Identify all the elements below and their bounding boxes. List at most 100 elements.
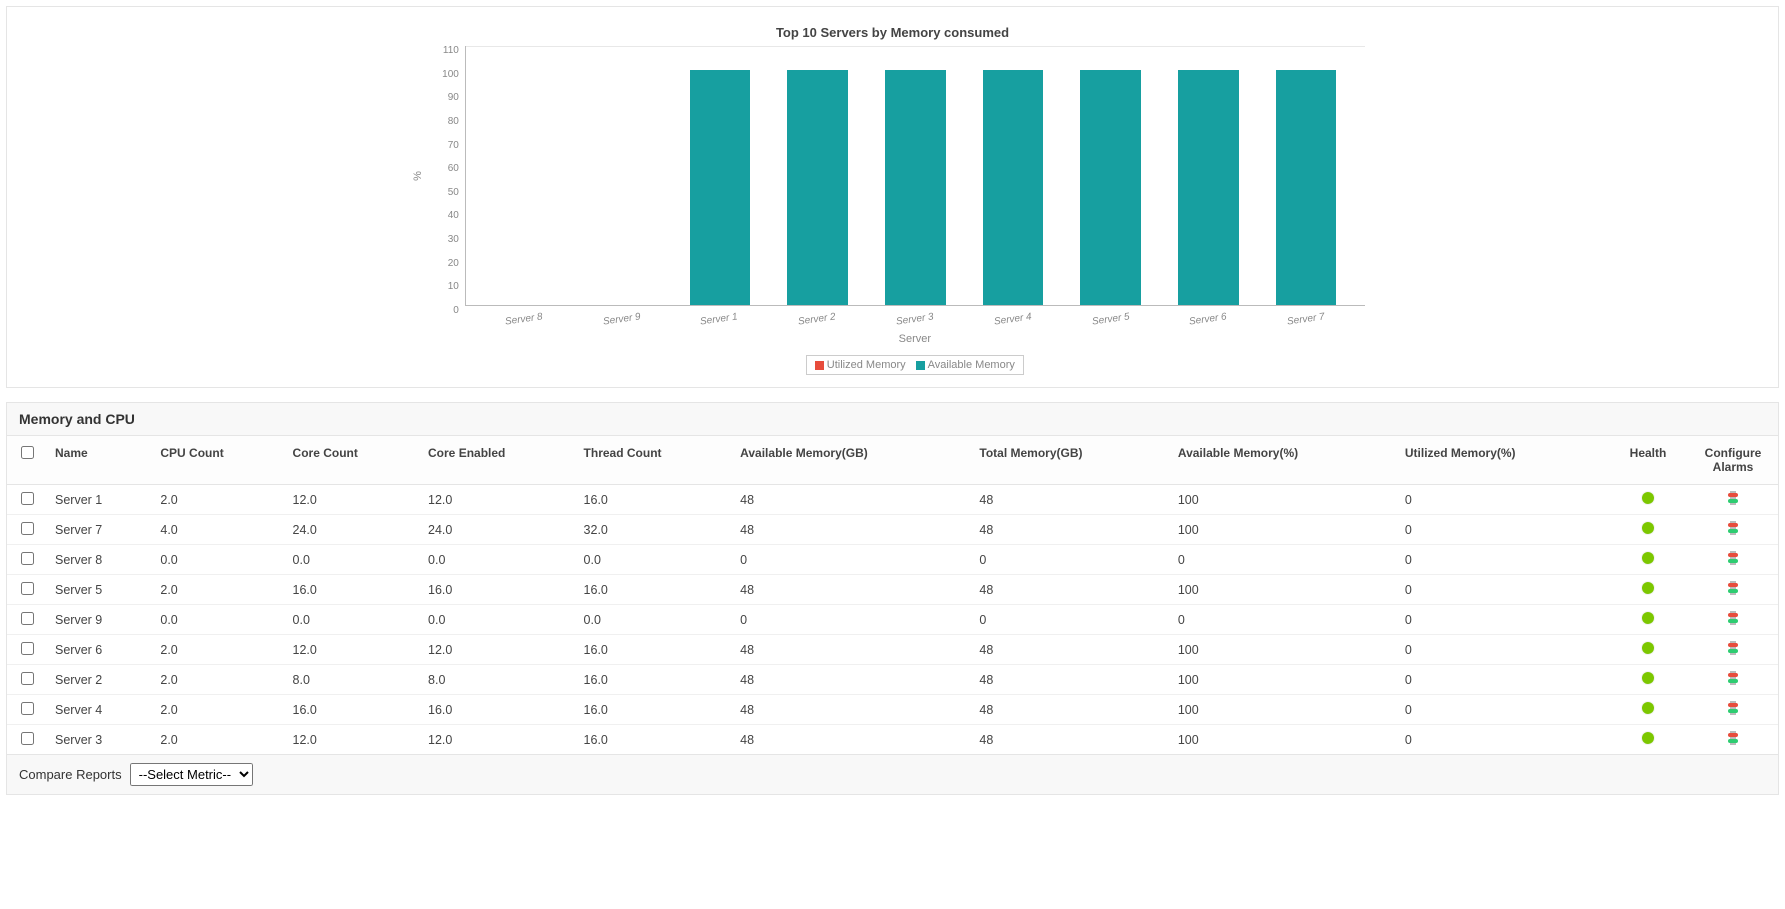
row-name-cell[interactable]: Server 3 [47, 725, 152, 755]
chart-bar[interactable] [1276, 70, 1337, 305]
chart-bar[interactable] [1080, 70, 1141, 305]
table-column-header[interactable] [7, 436, 47, 485]
table-cell: 0 [1397, 695, 1608, 725]
select-all-checkbox[interactable] [21, 446, 34, 459]
table-column-header[interactable]: Total Memory(GB) [971, 436, 1169, 485]
row-select-checkbox[interactable] [21, 672, 34, 685]
table-cell: 0.0 [420, 605, 576, 635]
row-name-cell[interactable]: Server 8 [47, 545, 152, 575]
table-cell: 0 [1397, 635, 1608, 665]
row-name-cell[interactable]: Server 7 [47, 515, 152, 545]
chart-bar[interactable] [690, 70, 751, 305]
chart-x-axis: Server 8Server 9Server 1Server 2Server 3… [475, 314, 1355, 325]
table-row: Server 22.08.08.016.048481000 [7, 665, 1778, 695]
table-column-header[interactable]: Core Count [285, 436, 420, 485]
table-column-header[interactable]: Name [47, 436, 152, 485]
configure-alarms-icon[interactable] [1726, 641, 1740, 655]
configure-alarms-icon[interactable] [1726, 731, 1740, 745]
table-column-header[interactable]: Health [1608, 436, 1688, 485]
table-cell: 48 [732, 725, 971, 755]
compare-reports-label: Compare Reports [19, 767, 122, 782]
row-select-checkbox[interactable] [21, 582, 34, 595]
table-column-header[interactable]: Core Enabled [420, 436, 576, 485]
table-cell: 0 [971, 545, 1169, 575]
table-cell: 16.0 [420, 695, 576, 725]
row-select-checkbox[interactable] [21, 522, 34, 535]
configure-alarms-icon[interactable] [1726, 521, 1740, 535]
health-status-icon [1642, 672, 1654, 684]
chart-category-slot [574, 46, 672, 305]
table-column-header[interactable]: Configure Alarms [1688, 436, 1778, 485]
health-status-icon [1642, 552, 1654, 564]
table-cell: 2.0 [152, 635, 284, 665]
table-cell: 16.0 [576, 485, 733, 515]
table-cell: 0 [732, 545, 971, 575]
table-cell: 0.0 [576, 605, 733, 635]
table-column-header[interactable]: Available Memory(GB) [732, 436, 971, 485]
chart-y-axis: 1101009080706050403020100 [442, 46, 465, 306]
table-cell: 0 [1397, 725, 1608, 755]
row-select-checkbox[interactable] [21, 732, 34, 745]
metric-select[interactable]: --Select Metric-- [130, 763, 253, 786]
table-cell: 100 [1170, 635, 1397, 665]
row-select-checkbox[interactable] [21, 492, 34, 505]
table-cell: 0.0 [420, 545, 576, 575]
configure-alarms-icon[interactable] [1726, 551, 1740, 565]
health-status-icon [1642, 612, 1654, 624]
row-name-cell[interactable]: Server 6 [47, 635, 152, 665]
row-select-checkbox[interactable] [21, 552, 34, 565]
table-cell: 2.0 [152, 695, 284, 725]
row-name-cell[interactable]: Server 5 [47, 575, 152, 605]
chart-x-tick: Server 3 [866, 307, 964, 332]
row-select-checkbox[interactable] [21, 702, 34, 715]
table-cell: 48 [732, 695, 971, 725]
row-name-cell[interactable]: Server 9 [47, 605, 152, 635]
table-cell: 24.0 [420, 515, 576, 545]
row-select-checkbox[interactable] [21, 642, 34, 655]
table-cell: 48 [732, 665, 971, 695]
table-cell: 12.0 [420, 485, 576, 515]
table-cell: 16.0 [576, 635, 733, 665]
row-name-cell[interactable]: Server 1 [47, 485, 152, 515]
table-cell: 0 [1170, 605, 1397, 635]
table-cell: 0.0 [152, 605, 284, 635]
table-column-header[interactable]: Thread Count [576, 436, 733, 485]
table-cell: 8.0 [285, 665, 420, 695]
table-row: Server 74.024.024.032.048481000 [7, 515, 1778, 545]
chart-y-label: % [412, 171, 424, 181]
available-memory-swatch-icon [916, 361, 925, 370]
row-name-cell[interactable]: Server 4 [47, 695, 152, 725]
chart-bar[interactable] [983, 70, 1044, 305]
configure-alarms-icon[interactable] [1726, 491, 1740, 505]
table-cell: 2.0 [152, 725, 284, 755]
table-cell: 0 [1170, 545, 1397, 575]
legend-item-utilized[interactable]: Utilized Memory [815, 359, 906, 371]
table-cell: 100 [1170, 575, 1397, 605]
table-row: Server 42.016.016.016.048481000 [7, 695, 1778, 725]
table-cell: 12.0 [285, 725, 420, 755]
table-cell: 48 [732, 575, 971, 605]
chart-bar[interactable] [1178, 70, 1239, 305]
compare-reports-bar: Compare Reports --Select Metric-- [6, 755, 1779, 795]
table-column-header[interactable]: Utilized Memory(%) [1397, 436, 1608, 485]
chart-legend: Utilized Memory Available Memory [465, 355, 1365, 375]
table-cell: 0.0 [285, 605, 420, 635]
configure-alarms-icon[interactable] [1726, 701, 1740, 715]
row-select-checkbox[interactable] [21, 612, 34, 625]
table-cell: 16.0 [420, 575, 576, 605]
configure-alarms-icon[interactable] [1726, 611, 1740, 625]
configure-alarms-icon[interactable] [1726, 671, 1740, 685]
table-cell: 12.0 [420, 725, 576, 755]
table-section-header: Memory and CPU [6, 402, 1779, 435]
chart-bar[interactable] [885, 70, 946, 305]
configure-alarms-icon[interactable] [1726, 581, 1740, 595]
legend-item-available[interactable]: Available Memory [916, 359, 1015, 371]
table-column-header[interactable]: CPU Count [152, 436, 284, 485]
table-cell: 0 [1397, 515, 1608, 545]
chart-bar[interactable] [787, 70, 848, 305]
row-name-cell[interactable]: Server 2 [47, 665, 152, 695]
table-cell: 16.0 [576, 725, 733, 755]
chart-plot-area[interactable] [465, 46, 1365, 306]
table-column-header[interactable]: Available Memory(%) [1170, 436, 1397, 485]
table-row: Server 12.012.012.016.048481000 [7, 485, 1778, 515]
